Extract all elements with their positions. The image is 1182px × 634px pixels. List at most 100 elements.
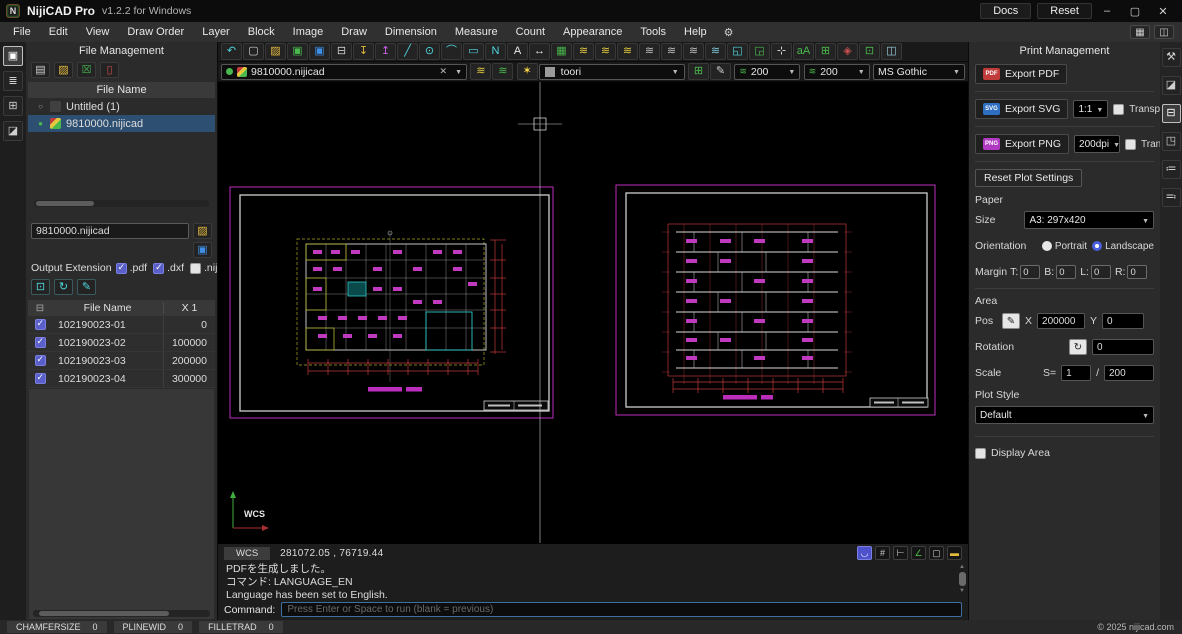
scale-denominator-input[interactable] — [1104, 365, 1154, 381]
row-checkbox[interactable] — [35, 337, 46, 348]
refresh-icon[interactable]: ↻ — [54, 279, 73, 295]
system-variable-button[interactable]: PLINEWID0 — [114, 621, 193, 633]
blocks-icon[interactable]: ⊞ — [688, 63, 709, 80]
table-scrollbar[interactable] — [33, 610, 210, 617]
extension-checkbox[interactable] — [153, 263, 164, 274]
layers-panel-icon[interactable]: ≣ — [3, 71, 23, 91]
command-input[interactable] — [281, 602, 962, 617]
landscape-radio[interactable] — [1092, 241, 1102, 251]
table-row[interactable]: 102190023-03 200000 — [28, 352, 215, 370]
display-icon[interactable]: ⊡ — [859, 43, 880, 60]
png-transparent-checkbox[interactable] — [1125, 139, 1136, 150]
pos-y-input[interactable] — [1102, 313, 1144, 329]
menu-view[interactable]: View — [77, 24, 119, 40]
undo-icon[interactable]: ↶ — [221, 43, 242, 60]
layer-list-icon[interactable]: ≋ — [639, 43, 660, 60]
preferences-icon[interactable]: ≕ — [1162, 188, 1181, 207]
export-png-button[interactable]: PNG Export PNG — [975, 134, 1069, 154]
docs-button[interactable]: Docs — [980, 3, 1031, 19]
menu-layer[interactable]: Layer — [193, 24, 239, 40]
layer-freeze-icon[interactable]: ≋ — [705, 43, 726, 60]
drawing-canvas[interactable]: WCS — [218, 82, 968, 543]
margin-input[interactable] — [1056, 265, 1076, 279]
browse-folder-icon[interactable]: ▨ — [193, 223, 212, 239]
viewport-icon[interactable]: ⊞ — [815, 43, 836, 60]
ortho-icon[interactable]: ⊢ — [893, 546, 908, 560]
menu-measure[interactable]: Measure — [446, 24, 507, 40]
edit-plot-icon[interactable]: ✎ — [77, 279, 96, 295]
scrollbar-thumb[interactable] — [959, 572, 966, 586]
row-checkbox[interactable] — [35, 319, 46, 330]
pick-rotation-icon[interactable]: ↻ — [1069, 339, 1087, 355]
extension-checkbox[interactable] — [116, 263, 127, 274]
keyboard-icon[interactable]: ▦ — [1130, 25, 1150, 39]
system-variable-button[interactable]: FILLETRAD0 — [199, 621, 283, 633]
close-document-icon[interactable] — [440, 66, 448, 77]
layer-properties-icon[interactable]: ≋ — [573, 43, 594, 60]
save-location-icon[interactable]: ▣ — [193, 242, 212, 258]
minimize-button[interactable]: – — [1094, 2, 1120, 20]
margin-input[interactable] — [1091, 265, 1111, 279]
layer-selector[interactable]: toori — [539, 64, 685, 80]
export-icon[interactable]: ↥ — [375, 43, 396, 60]
file-list-item[interactable]: ○ Untitled (1) — [28, 98, 215, 115]
snap-icon[interactable]: ◡ — [857, 546, 872, 560]
text-style-icon[interactable]: aA — [793, 43, 814, 60]
image-icon[interactable]: ▦ — [551, 43, 572, 60]
close-button[interactable]: ✕ — [1150, 2, 1176, 20]
menu-draw[interactable]: Draw — [332, 24, 376, 40]
export-svg-button[interactable]: SVG Export SVG — [975, 99, 1068, 119]
svg-transparent-checkbox[interactable] — [1113, 104, 1124, 115]
image-panel-icon[interactable]: ◪ — [3, 121, 23, 141]
circle-icon[interactable]: ⊙ — [419, 43, 440, 60]
margin-input[interactable] — [1127, 265, 1147, 279]
tools-icon[interactable]: ⚒ — [1162, 48, 1181, 67]
match-properties-icon[interactable]: ✎ — [710, 63, 731, 80]
menu-dimension[interactable]: Dimension — [376, 24, 446, 40]
export-pdf-button[interactable]: PDF Export PDF — [975, 64, 1067, 84]
blocks-panel-icon[interactable]: ⊞ — [3, 96, 23, 116]
menu-block[interactable]: Block — [239, 24, 284, 40]
display-area-checkbox[interactable] — [975, 448, 986, 459]
svg-scale-select[interactable]: 1:1 — [1073, 100, 1108, 118]
linetype-scale-combo[interactable]: ≋ 200 — [734, 64, 800, 80]
block-attribute-icon[interactable]: ◲ — [749, 43, 770, 60]
open-folder-icon[interactable]: ▨ — [54, 62, 73, 78]
ucs-icon[interactable]: ⊹ — [771, 43, 792, 60]
row-checkbox[interactable] — [35, 373, 46, 384]
layer-state-icon[interactable]: ≋ — [683, 43, 704, 60]
dimension-icon[interactable]: ↔ — [529, 43, 550, 60]
polar-icon[interactable]: ∠ — [911, 546, 926, 560]
png-dpi-select[interactable]: 200dpi — [1074, 135, 1120, 153]
layer-new-icon[interactable]: ≋ — [661, 43, 682, 60]
save-icon[interactable]: ▣ — [287, 43, 308, 60]
arc-icon[interactable]: ⌒ — [441, 43, 462, 60]
reset-plot-settings-button[interactable]: Reset Plot Settings — [975, 169, 1082, 187]
system-variable-button[interactable]: CHAMFERSIZE0 — [7, 621, 107, 633]
menu-tools[interactable]: Tools — [631, 24, 675, 40]
layer-visibility-icon[interactable]: ✶ — [517, 63, 538, 80]
rotation-input[interactable] — [1092, 339, 1154, 355]
layer-remove-icon[interactable]: ≋ — [617, 43, 638, 60]
table-row[interactable]: 102190023-02 100000 — [28, 334, 215, 352]
scroll-up-icon[interactable]: ▲ — [959, 564, 965, 570]
import-icon[interactable]: ↧ — [353, 43, 374, 60]
portrait-radio[interactable] — [1042, 241, 1052, 251]
paper-size-select[interactable]: A3: 297x420 — [1024, 211, 1154, 229]
image-export-icon[interactable]: ◪ — [1162, 76, 1181, 95]
grid-icon[interactable]: # — [875, 546, 890, 560]
dynamic-input-icon[interactable]: ▬ — [947, 546, 962, 560]
print-icon[interactable]: ⊟ — [331, 43, 352, 60]
reset-button[interactable]: Reset — [1037, 3, 1092, 19]
named-views-icon[interactable]: ◈ — [837, 43, 858, 60]
menu-appearance[interactable]: Appearance — [554, 24, 631, 40]
selection-icon[interactable]: ▢ — [929, 546, 944, 560]
file-list-item[interactable]: ● 9810000.nijicad — [28, 115, 215, 132]
new-file-icon[interactable]: ▢ — [243, 43, 264, 60]
row-checkbox[interactable] — [35, 355, 46, 366]
layer-new-icon[interactable]: ≋ — [492, 63, 513, 80]
file-management-panel-icon[interactable]: ▣ — [3, 46, 23, 66]
paper-scale-icon[interactable]: ⊡ — [31, 279, 50, 295]
plot-settings-icon[interactable]: ≔ — [1162, 160, 1181, 179]
file-list-scrollbar[interactable] — [34, 200, 209, 207]
